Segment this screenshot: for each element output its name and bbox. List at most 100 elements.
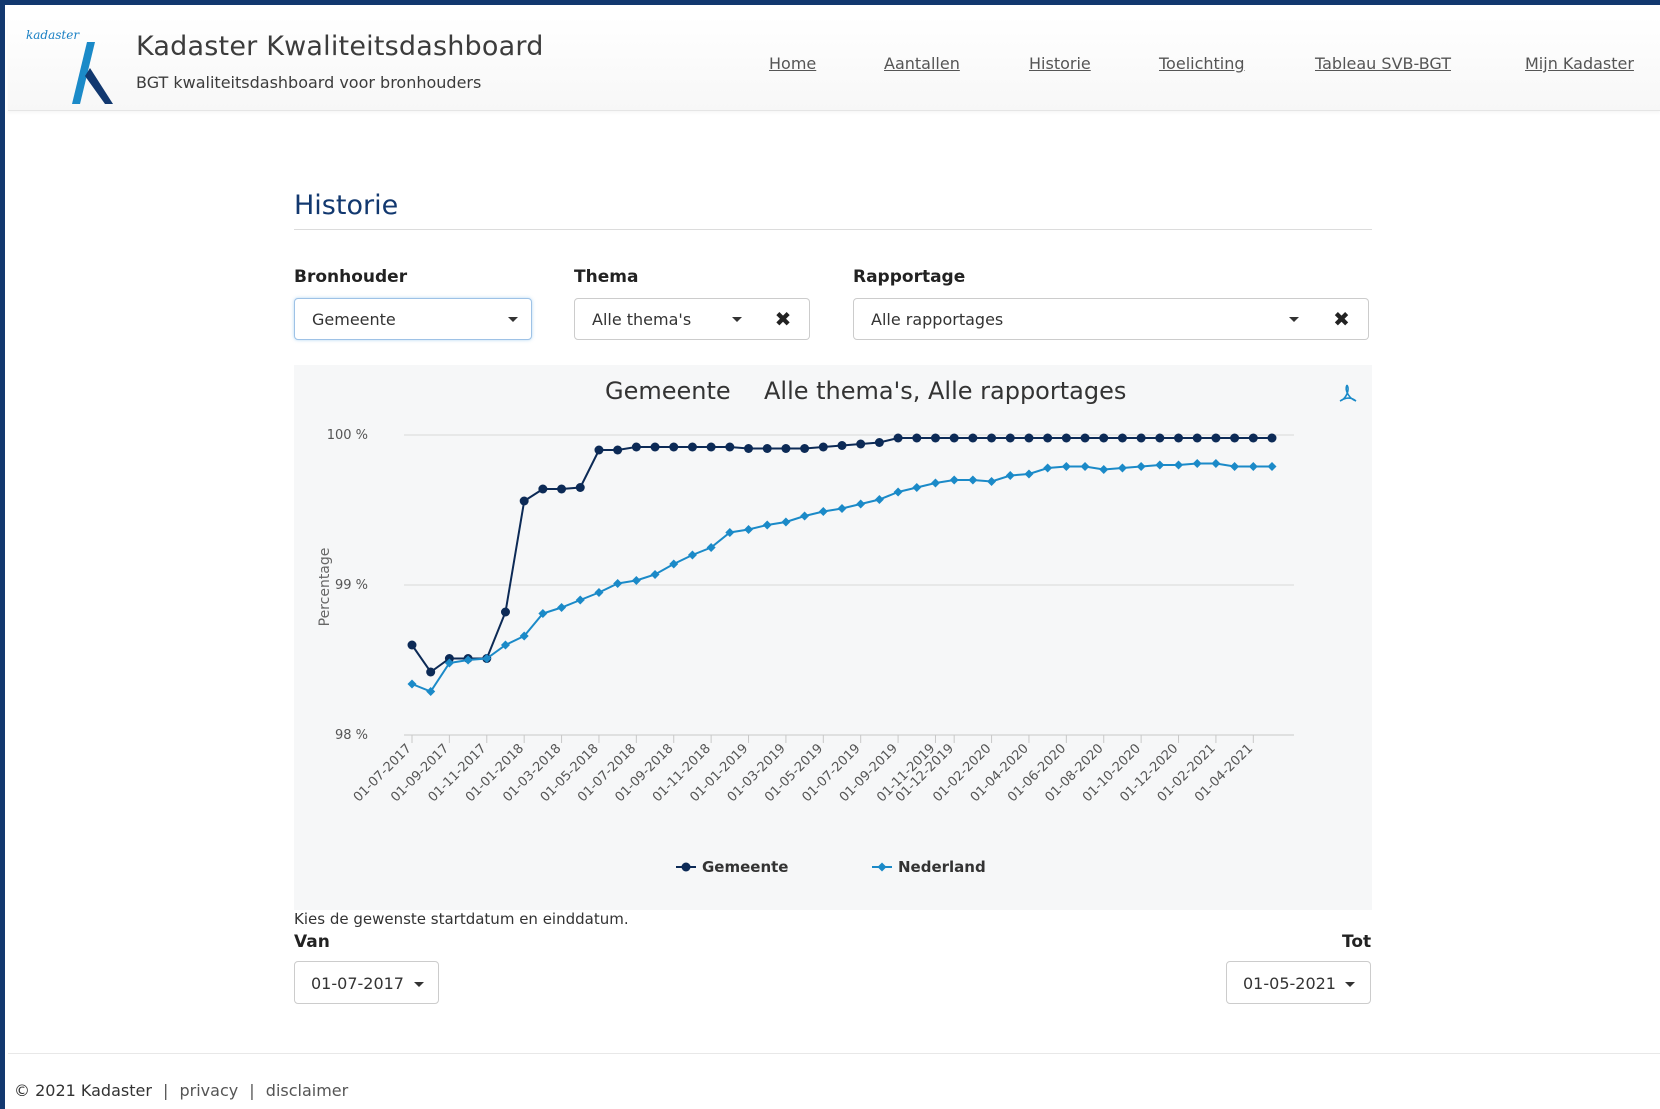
- title-divider: [294, 229, 1372, 230]
- nav-mijn-kadaster[interactable]: Mijn Kadaster: [1525, 54, 1634, 73]
- chevron-down-icon: [414, 982, 424, 987]
- data-point-gemeente: [1267, 433, 1277, 443]
- data-point-gemeente: [687, 442, 697, 452]
- site-footer: © 2021 Kadaster | privacy | disclaimer: [14, 1081, 348, 1100]
- data-point-gemeente: [1211, 433, 1221, 443]
- disclaimer-link[interactable]: disclaimer: [266, 1081, 348, 1100]
- bronhouder-value: Gemeente: [312, 310, 396, 329]
- data-point-nederland: [1005, 471, 1015, 480]
- bronhouder-select[interactable]: Gemeente: [294, 298, 532, 340]
- data-point-nederland: [1248, 462, 1258, 471]
- data-point-nederland: [1136, 462, 1146, 471]
- data-point-nederland: [1043, 463, 1053, 473]
- data-point-nederland: [1024, 469, 1034, 479]
- data-point-gemeente: [818, 442, 828, 452]
- data-point-nederland: [856, 499, 866, 509]
- legend-label-gemeente[interactable]: Gemeente: [702, 858, 788, 876]
- chevron-down-icon: [1345, 982, 1355, 987]
- data-point-nederland: [1155, 460, 1165, 470]
- chevron-down-icon: [508, 317, 518, 322]
- site-header: kadaster Kadaster Kwaliteitsdashboard BG…: [8, 16, 1660, 111]
- rapportage-value: Alle rapportages: [871, 310, 1004, 329]
- data-point-nederland: [837, 504, 847, 513]
- privacy-link[interactable]: privacy: [179, 1081, 238, 1100]
- series-line-nederland: [411, 462, 1272, 693]
- data-point-gemeente: [1061, 433, 1071, 443]
- nav-historie[interactable]: Historie: [1029, 54, 1091, 73]
- data-point-nederland: [1230, 462, 1240, 471]
- data-point-gemeente: [893, 433, 903, 443]
- rapportage-label: Rapportage: [853, 267, 966, 287]
- data-point-gemeente: [912, 433, 922, 443]
- data-point-nederland: [1211, 459, 1221, 468]
- data-point-gemeente: [519, 496, 529, 506]
- nav-toelichting[interactable]: Toelichting: [1159, 54, 1245, 73]
- data-point-nederland: [968, 475, 978, 485]
- data-point-nederland: [818, 507, 828, 516]
- data-point-gemeente: [781, 444, 791, 453]
- data-point-gemeente: [762, 444, 772, 453]
- data-point-gemeente: [575, 483, 585, 492]
- thema-clear-button[interactable]: ✖: [757, 298, 810, 340]
- data-point-nederland: [1099, 465, 1109, 474]
- footer-separator: |: [249, 1081, 255, 1100]
- data-point-nederland: [1080, 462, 1090, 471]
- data-point-nederland: [1117, 463, 1127, 473]
- data-point-gemeente: [500, 607, 510, 617]
- data-point-gemeente: [1174, 433, 1184, 443]
- chevron-down-icon: [1289, 317, 1299, 322]
- y-tick-label: 98 %: [335, 728, 368, 743]
- data-point-gemeente: [631, 442, 641, 452]
- data-point-gemeente: [538, 484, 548, 494]
- legend-label-nederland[interactable]: Nederland: [898, 858, 986, 876]
- data-point-nederland: [1174, 460, 1184, 470]
- tot-label: Tot: [1342, 932, 1372, 952]
- data-point-nederland: [687, 550, 697, 560]
- data-point-gemeente: [1043, 433, 1053, 443]
- daterange-hint: Kies de gewenste startdatum en einddatum…: [294, 910, 629, 928]
- data-point-nederland: [800, 511, 810, 521]
- data-point-nederland: [893, 487, 903, 497]
- data-point-gemeente: [613, 445, 623, 455]
- data-point-gemeente: [800, 444, 810, 453]
- kadaster-logo[interactable]: kadaster: [26, 28, 136, 108]
- nav-aantallen[interactable]: Aantallen: [884, 54, 960, 73]
- data-point-gemeente: [874, 438, 884, 447]
- legend-marker: [877, 862, 887, 872]
- thema-value: Alle thema's: [592, 310, 692, 329]
- rapportage-select[interactable]: Alle rapportages: [853, 298, 1316, 340]
- start-date-value: 01-07-2017: [311, 974, 404, 993]
- footer-separator: |: [163, 1081, 169, 1100]
- data-point-nederland: [930, 478, 940, 488]
- rapportage-clear-button[interactable]: ✖: [1315, 298, 1369, 340]
- legend-marker: [681, 862, 691, 872]
- data-point-gemeente: [650, 442, 660, 452]
- pdf-export-icon[interactable]: [1339, 384, 1357, 402]
- nav-home[interactable]: Home: [769, 54, 816, 73]
- data-point-gemeente: [949, 433, 959, 443]
- data-point-gemeente: [968, 433, 978, 443]
- copyright: © 2021 Kadaster: [14, 1081, 152, 1100]
- thema-label: Thema: [574, 267, 639, 287]
- end-date-select[interactable]: 01-05-2021: [1226, 961, 1371, 1004]
- end-date-value: 01-05-2021: [1243, 974, 1336, 993]
- history-chart: 98 % 99 % 100 % 01-07-2017 01-09-2017 01-11-2…: [294, 365, 1372, 910]
- data-point-gemeente: [1099, 433, 1109, 443]
- start-date-select[interactable]: 01-07-2017: [294, 961, 439, 1004]
- data-point-nederland: [1061, 462, 1071, 471]
- thema-select[interactable]: Alle thema's: [574, 298, 758, 340]
- data-point-nederland: [407, 679, 417, 689]
- data-point-gemeente: [1230, 433, 1240, 443]
- data-point-gemeente: [1117, 433, 1127, 443]
- data-point-gemeente: [426, 667, 436, 677]
- data-point-nederland: [1192, 459, 1202, 468]
- data-point-gemeente: [669, 442, 679, 452]
- footer-divider: [8, 1053, 1660, 1054]
- series-line-gemeente: [411, 437, 1272, 674]
- nav-tableau-svb-bgt[interactable]: Tableau SVB-BGT: [1315, 54, 1451, 73]
- data-point-gemeente: [744, 444, 754, 453]
- data-point-gemeente: [725, 442, 735, 452]
- data-point-gemeente: [1136, 433, 1146, 443]
- data-point-nederland: [613, 579, 623, 588]
- data-point-gemeente: [987, 433, 997, 443]
